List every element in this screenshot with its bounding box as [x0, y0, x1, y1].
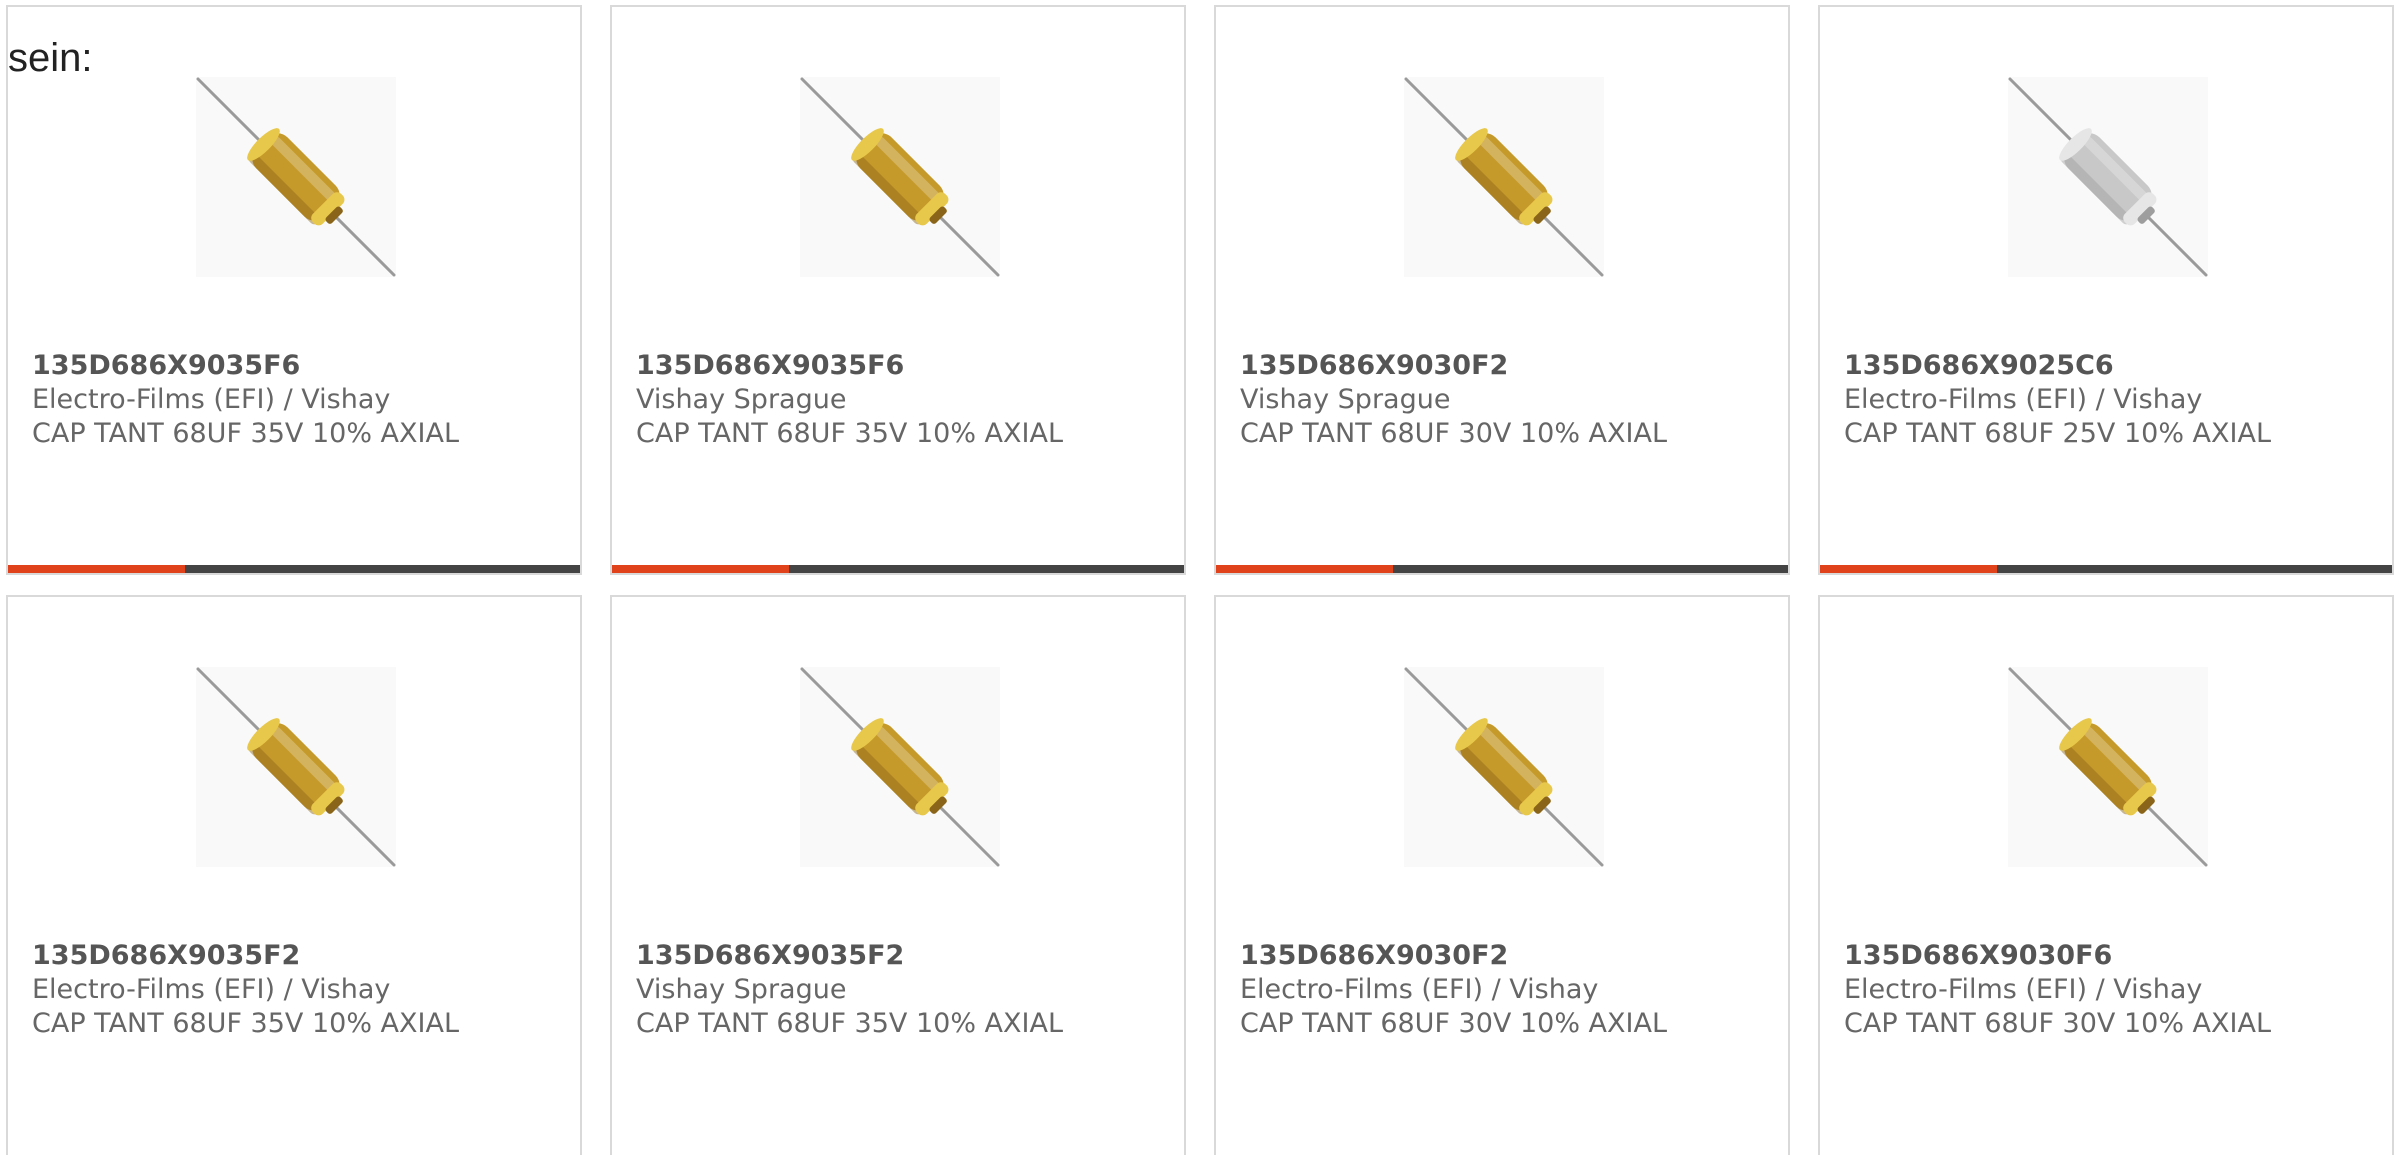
manufacturer-label: Electro-Films (EFI) / Vishay	[1844, 384, 2203, 415]
product-info: 135D686X9025C6 Electro-Films (EFI) / Vis…	[1844, 349, 2382, 451]
description-label: CAP TANT 68UF 30V 10% AXIAL	[1240, 418, 1668, 449]
axial-capacitor-amber-icon[interactable]	[800, 77, 1000, 277]
product-card[interactable]: 135D686X9030F6 Electro-Films (EFI) / Vis…	[1818, 595, 2394, 1155]
progress-bar	[8, 565, 580, 573]
axial-capacitor-amber-icon[interactable]	[196, 77, 396, 277]
description-label: CAP TANT 68UF 35V 10% AXIAL	[636, 1008, 1064, 1039]
progress-bar-fill	[612, 565, 790, 573]
manufacturer-label: Electro-Films (EFI) / Vishay	[32, 384, 391, 415]
product-info: 135D686X9030F6 Electro-Films (EFI) / Vis…	[1844, 939, 2382, 1041]
product-card[interactable]: 135D686X9035F2 Electro-Films (EFI) / Vis…	[6, 595, 582, 1155]
description-label: CAP TANT 68UF 35V 10% AXIAL	[32, 418, 460, 449]
progress-bar-fill	[1820, 565, 1998, 573]
progress-bar	[1820, 565, 2392, 573]
product-info: 135D686X9030F2 Electro-Films (EFI) / Vis…	[1240, 939, 1778, 1041]
part-number-link[interactable]: 135D686X9025C6	[1844, 349, 2382, 383]
progress-bar	[612, 565, 1184, 573]
description-label: CAP TANT 68UF 35V 10% AXIAL	[636, 418, 1064, 449]
product-card[interactable]: 135D686X9035F6 Vishay Sprague CAP TANT 6…	[610, 5, 1186, 575]
progress-bar-fill	[1216, 565, 1394, 573]
manufacturer-label: Vishay Sprague	[1240, 384, 1451, 415]
product-info: 135D686X9035F2 Electro-Films (EFI) / Vis…	[32, 939, 570, 1041]
product-card[interactable]: 135D686X9035F2 Vishay Sprague CAP TANT 6…	[610, 595, 1186, 1155]
progress-bar	[1216, 565, 1788, 573]
progress-bar-fill	[8, 565, 186, 573]
product-card[interactable]: 135D686X9030F2 Vishay Sprague CAP TANT 6…	[1214, 5, 1790, 575]
description-label: CAP TANT 68UF 30V 10% AXIAL	[1240, 1008, 1668, 1039]
axial-capacitor-amber-icon[interactable]	[1404, 77, 1604, 277]
product-info: 135D686X9035F6 Electro-Films (EFI) / Vis…	[32, 349, 570, 451]
axial-capacitor-amber-icon[interactable]	[800, 667, 1000, 867]
part-number-link[interactable]: 135D686X9035F6	[32, 349, 570, 383]
part-number-link[interactable]: 135D686X9030F2	[1240, 939, 1778, 973]
part-number-link[interactable]: 135D686X9030F2	[1240, 349, 1778, 383]
manufacturer-label: Vishay Sprague	[636, 974, 847, 1005]
manufacturer-label: Electro-Films (EFI) / Vishay	[1240, 974, 1599, 1005]
part-number-link[interactable]: 135D686X9030F6	[1844, 939, 2382, 973]
product-card[interactable]: 135D686X9035F6 Electro-Films (EFI) / Vis…	[6, 5, 582, 575]
product-card[interactable]: 135D686X9030F2 Electro-Films (EFI) / Vis…	[1214, 595, 1790, 1155]
product-info: 135D686X9030F2 Vishay Sprague CAP TANT 6…	[1240, 349, 1778, 451]
description-label: CAP TANT 68UF 35V 10% AXIAL	[32, 1008, 460, 1039]
part-number-link[interactable]: 135D686X9035F2	[636, 939, 1174, 973]
part-number-link[interactable]: 135D686X9035F6	[636, 349, 1174, 383]
product-info: 135D686X9035F6 Vishay Sprague CAP TANT 6…	[636, 349, 1174, 451]
manufacturer-label: Electro-Films (EFI) / Vishay	[1844, 974, 2203, 1005]
description-label: CAP TANT 68UF 30V 10% AXIAL	[1844, 1008, 2272, 1039]
manufacturer-label: Vishay Sprague	[636, 384, 847, 415]
part-number-link[interactable]: 135D686X9035F2	[32, 939, 570, 973]
lead-text: sein:	[8, 36, 93, 80]
axial-capacitor-amber-icon[interactable]	[196, 667, 396, 867]
axial-capacitor-grey-icon[interactable]	[2008, 77, 2208, 277]
manufacturer-label: Electro-Films (EFI) / Vishay	[32, 974, 391, 1005]
product-card[interactable]: 135D686X9025C6 Electro-Films (EFI) / Vis…	[1818, 5, 2394, 575]
product-info: 135D686X9035F2 Vishay Sprague CAP TANT 6…	[636, 939, 1174, 1041]
axial-capacitor-amber-icon[interactable]	[1404, 667, 1604, 867]
axial-capacitor-amber-icon[interactable]	[2008, 667, 2208, 867]
description-label: CAP TANT 68UF 25V 10% AXIAL	[1844, 418, 2272, 449]
